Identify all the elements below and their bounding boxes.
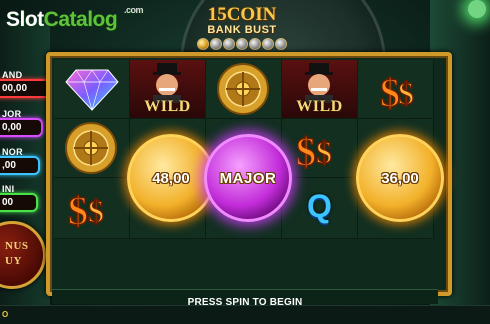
title-coin-icon (197, 38, 209, 50)
game-title-line2: BANK BUST (207, 24, 277, 36)
title-coin-icon (236, 38, 248, 50)
wild-symbol: WILD (130, 60, 205, 118)
brand-part1: Slot (6, 8, 44, 31)
reel-cell (54, 119, 130, 178)
tycoon-man-icon (153, 63, 181, 103)
title-coin-icon (249, 38, 261, 50)
wild-label: WILD (296, 98, 343, 115)
background-light (468, 0, 486, 18)
game-title: 15COIN BANK BUST (187, 4, 297, 50)
diamond-gem-icon (65, 69, 119, 112)
reel-cell: Q (282, 178, 358, 239)
game-title-line1: 15COIN (207, 4, 277, 25)
tycoon-man-icon (305, 63, 333, 103)
svg-text:$: $ (68, 188, 88, 232)
reels-frame: WILD WILD $ $ $ $ $ $ Q 48,00 MAJOR 36,0… (46, 52, 452, 296)
title-coin-icon (223, 38, 235, 50)
reel-cell (54, 60, 130, 119)
dollar-sign-icon: $ $ (295, 128, 333, 173)
reel-cell: WILD (282, 60, 358, 119)
brand-part2: Catalog (43, 8, 118, 31)
major-coin-label: MAJOR (219, 169, 277, 187)
reel-cell (206, 60, 282, 119)
jackpot-minor: NOR ,00 (0, 147, 40, 175)
brand-suffix: .com (124, 5, 144, 15)
wild-symbol: WILD (282, 60, 357, 118)
bottom-badge: O (2, 310, 9, 319)
bonus-buy-label-line1: NUS (5, 240, 29, 252)
jackpot-mini-label: INI (2, 184, 15, 194)
major-coin-symbol: MAJOR (204, 134, 292, 222)
title-coin-icon (210, 38, 222, 50)
bonus-buy-label-line2: UY (5, 255, 22, 267)
title-coin-icon (275, 38, 287, 50)
cash-coin-value: 36,00 (381, 169, 419, 187)
jackpot-major-label: JOR (2, 109, 22, 119)
svg-text:$: $ (88, 193, 104, 229)
status-bar: PRESS SPIN TO BEGIN (52, 289, 438, 308)
jackpot-major: JOR 0,00 (0, 109, 43, 137)
svg-text:$: $ (398, 75, 414, 111)
jackpot-mini: INI 00 (0, 184, 38, 212)
jackpot-grand-label: AND (2, 70, 23, 80)
bottom-control-strip: O (0, 305, 490, 324)
title-coins-row (187, 38, 297, 50)
reel-cell: $ $ (282, 119, 358, 178)
vault-door-icon (65, 122, 117, 174)
reel-cell: $ $ (358, 60, 434, 119)
letter-q-symbol: Q (307, 188, 332, 224)
jackpot-major-value: 0,00 (2, 122, 22, 133)
jackpot-minor-label: NOR (2, 147, 23, 157)
vault-door-icon (217, 63, 269, 115)
reel-cell: WILD (130, 60, 206, 119)
title-coin-icon (262, 38, 274, 50)
cash-coin-symbol: 36,00 (356, 134, 444, 222)
cash-coin-value: 48,00 (152, 169, 190, 187)
reel-cell: $ $ (54, 178, 130, 239)
jackpot-grand-value: 00,00 (2, 83, 28, 94)
jackpot-mini-value: 00 (2, 197, 14, 208)
dollar-sign-icon: $ $ (379, 69, 415, 114)
svg-text:$: $ (380, 70, 400, 114)
wild-label: WILD (144, 98, 191, 115)
svg-text:$: $ (316, 134, 332, 170)
jackpot-minor-value: ,00 (2, 160, 16, 171)
svg-text:$: $ (296, 129, 316, 173)
cash-coin-symbol: 48,00 (127, 134, 215, 222)
slotcatalog-logo: SlotCatalog .com (6, 5, 144, 32)
dollar-sign-icon: $ $ (67, 187, 105, 232)
